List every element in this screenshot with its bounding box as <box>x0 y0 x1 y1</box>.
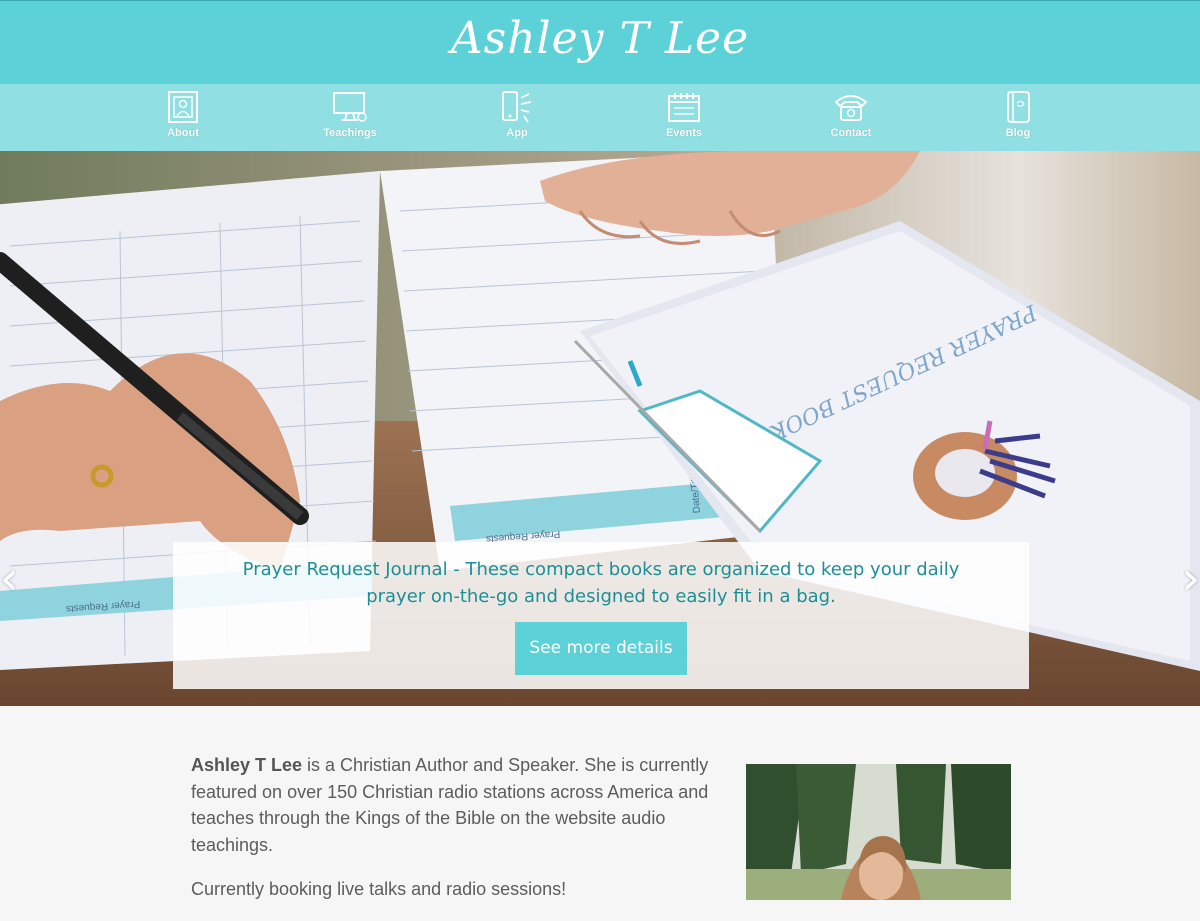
bio-paragraph-1: Ashley T Lee is a Christian Author and S… <box>191 752 721 858</box>
framed-portrait-icon <box>168 91 198 123</box>
nav-label-teachings: Teachings <box>323 127 377 139</box>
slide-caption-box: Prayer Request Journal - These compact b… <box>173 542 1029 689</box>
nav-item-events[interactable]: Events <box>629 90 739 148</box>
bio-name: Ashley T Lee <box>191 755 303 775</box>
nav-item-blog[interactable]: Blog <box>963 90 1073 148</box>
nav-label-about: About <box>167 127 199 139</box>
site-header: Ashley T Lee <box>0 0 1200 84</box>
slide-caption-text: Prayer Request Journal - These compact b… <box>242 559 960 607</box>
calendar-icon <box>668 93 700 122</box>
nav-label-app: App <box>506 127 528 139</box>
about-section: Ashley T Lee is a Christian Author and S… <box>0 706 1200 900</box>
nav-item-about[interactable]: About <box>128 90 238 148</box>
site-logo[interactable]: Ashley T Lee <box>0 3 1200 75</box>
nav-label-contact: Contact <box>830 127 872 139</box>
nav-item-app[interactable]: App <box>462 90 572 148</box>
see-more-details-button[interactable]: See more details <box>515 622 687 675</box>
hero-slider: Prayer Requests Prayer Requests Date/Tit… <box>0 151 1200 706</box>
nav-item-teachings[interactable]: Teachings <box>295 90 405 148</box>
slider-prev-button[interactable]: ‹ <box>0 553 18 603</box>
author-photo-image <box>746 764 1011 900</box>
slider-next-button[interactable]: › <box>1182 553 1200 603</box>
nav-label-events: Events <box>665 127 703 139</box>
author-photo <box>746 764 1011 900</box>
bio-paragraph-2: Currently booking live talks and radio s… <box>191 879 567 899</box>
nav-label-blog: Blog <box>1005 127 1031 139</box>
bio-text: Ashley T Lee is a Christian Author and S… <box>191 752 721 921</box>
monitor-icon <box>333 92 367 122</box>
nav-item-contact[interactable]: Contact <box>796 90 906 148</box>
telephone-icon <box>834 95 868 121</box>
phone-icon <box>502 91 532 123</box>
blog-book-icon <box>1007 91 1030 123</box>
main-nav: About Teachings App Events Contact Blog <box>0 84 1200 151</box>
